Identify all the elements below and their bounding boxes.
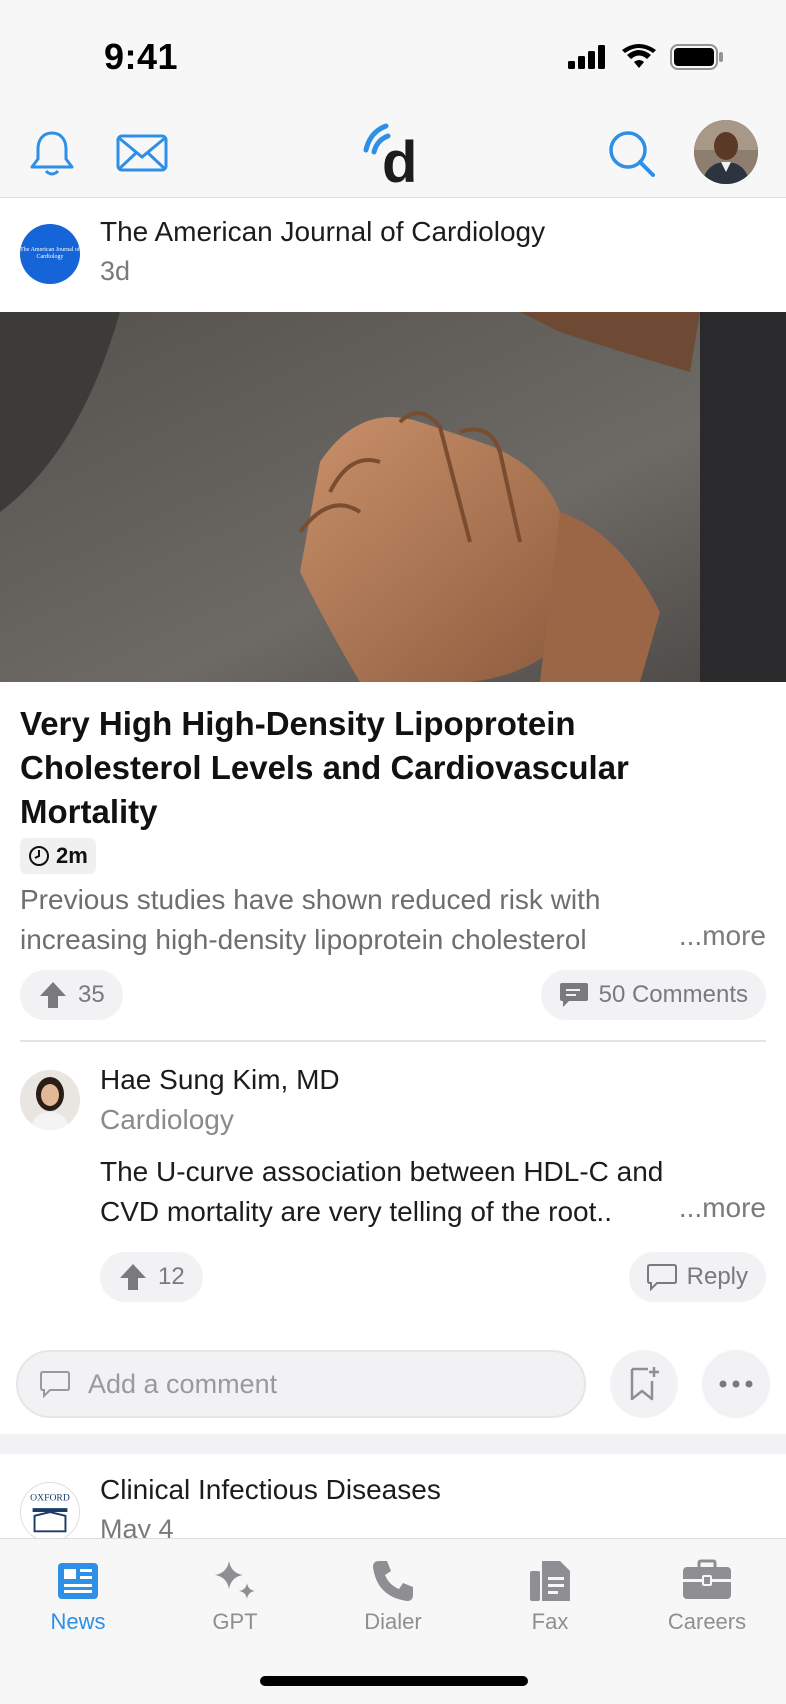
phone-icon xyxy=(373,1561,413,1601)
tab-gpt-label: GPT xyxy=(212,1609,258,1634)
bookmark-add-icon xyxy=(630,1367,659,1401)
tab-news[interactable]: News xyxy=(8,1557,148,1635)
post-source-header[interactable]: The American Journal of Cardiology The A… xyxy=(0,198,786,312)
svg-text:OXFORD: OXFORD xyxy=(30,1492,70,1503)
tab-dialer[interactable]: Dialer xyxy=(323,1557,463,1635)
status-time: 9:41 xyxy=(104,36,179,77)
status-bar: 9:41 xyxy=(0,0,786,110)
status-icons xyxy=(568,44,724,70)
summary-line-1: Previous studies have shown reduced risk… xyxy=(20,884,601,915)
commenter-name[interactable]: Hae Sung Kim, MD xyxy=(100,1064,340,1096)
comment-text[interactable]: The U-curve association between HDL-C an… xyxy=(100,1152,766,1232)
save-bookmark-button[interactable] xyxy=(610,1350,678,1418)
add-comment-input[interactable] xyxy=(88,1368,518,1400)
tab-careers[interactable]: Careers xyxy=(637,1557,777,1635)
reply-label: Reply xyxy=(686,1263,748,1290)
tab-careers-label: Careers xyxy=(667,1609,747,1634)
comment-more-link[interactable]: ...more xyxy=(672,1192,766,1224)
newspaper-icon xyxy=(58,1563,98,1599)
app-header: d xyxy=(0,110,786,198)
ellipsis-icon xyxy=(719,1380,753,1388)
tab-gpt[interactable]: GPT xyxy=(165,1557,305,1635)
tab-news-label: News xyxy=(50,1609,106,1634)
comments-count-label: 50 Comments xyxy=(598,981,748,1008)
sparkles-icon xyxy=(215,1561,255,1599)
summary-more-link[interactable]: ...more xyxy=(670,920,766,952)
commenter-avatar[interactable] xyxy=(20,1070,80,1130)
briefcase-icon xyxy=(683,1559,731,1599)
home-indicator[interactable] xyxy=(260,1676,528,1686)
article-title[interactable]: Very High High-Density Lipoprotein Chole… xyxy=(20,702,760,834)
signal-icon xyxy=(568,45,605,69)
fax-icon xyxy=(530,1561,570,1601)
notifications-bell-icon[interactable] xyxy=(24,126,80,182)
post-time: 3d xyxy=(100,256,131,286)
more-options-button[interactable] xyxy=(702,1350,770,1418)
reply-bubble-icon xyxy=(646,1264,677,1291)
comment-upvote-button[interactable]: 12 xyxy=(100,1252,203,1302)
divider xyxy=(20,1040,766,1042)
clock-icon xyxy=(29,846,49,866)
reply-button[interactable]: Reply xyxy=(628,1252,766,1302)
arrow-up-icon xyxy=(40,982,66,1008)
journal-logo: The American Journal of Cardiology xyxy=(20,224,80,284)
comment-bubble-icon xyxy=(40,1371,70,1398)
comment-bubble-icon xyxy=(559,983,588,1007)
summary-line-2: increasing high-density lipoprotein chol… xyxy=(20,924,587,955)
upvote-button[interactable]: 35 xyxy=(20,970,123,1020)
comments-button[interactable]: 50 Comments xyxy=(540,970,766,1020)
upvote-count: 35 xyxy=(78,981,105,1008)
search-icon[interactable] xyxy=(604,126,660,182)
section-separator xyxy=(0,1434,786,1454)
tab-fax-label: Fax xyxy=(531,1609,569,1634)
article-hero-image[interactable] xyxy=(0,312,786,682)
messages-envelope-icon[interactable] xyxy=(114,126,170,182)
doximity-logo-icon[interactable]: d xyxy=(360,120,428,188)
svg-text:d: d xyxy=(382,130,417,188)
next-journal-logo: OXFORD xyxy=(20,1482,80,1542)
comment-upvote-count: 12 xyxy=(158,1263,185,1290)
comment-line-2: CVD mortality are very telling of the ro… xyxy=(100,1196,612,1227)
tab-dialer-label: Dialer xyxy=(364,1609,422,1634)
read-time-label: 2m xyxy=(56,843,88,868)
battery-icon xyxy=(670,44,723,70)
arrow-up-icon xyxy=(120,1264,146,1290)
next-source-name[interactable]: Clinical Infectious Diseases xyxy=(100,1474,441,1506)
source-name[interactable]: The American Journal of Cardiology xyxy=(100,216,545,248)
article-summary[interactable]: Previous studies have shown reduced risk… xyxy=(20,880,766,960)
commenter-specialty: Cardiology xyxy=(100,1104,234,1135)
tab-fax[interactable]: Fax xyxy=(480,1557,620,1635)
profile-avatar[interactable] xyxy=(694,120,758,184)
add-comment-field[interactable] xyxy=(16,1350,586,1418)
wifi-icon xyxy=(622,44,656,68)
read-time-badge: 2m xyxy=(20,838,96,874)
comment-line-1: The U-curve association between HDL-C an… xyxy=(100,1156,664,1187)
